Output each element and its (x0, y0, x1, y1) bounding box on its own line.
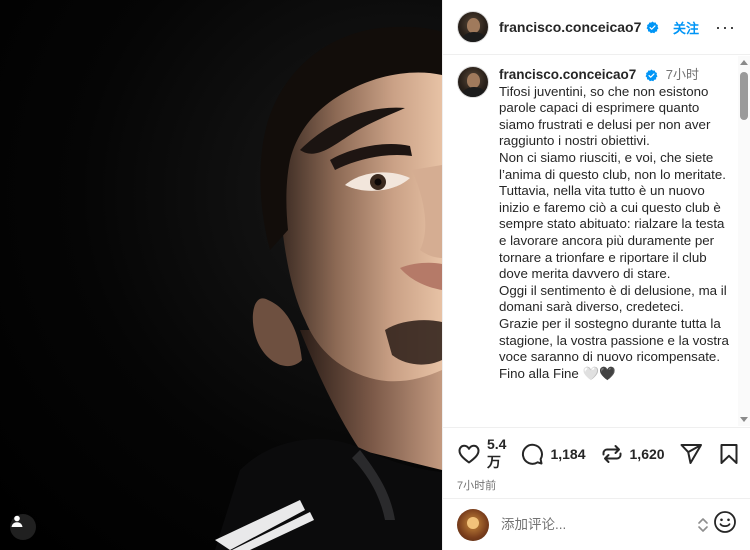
caption-text: francisco.conceicao7 7小时 Tifosi juventin… (499, 66, 731, 382)
save-button[interactable] (717, 442, 741, 466)
caption-paragraph: Fino alla Fine 🤍🖤 (499, 365, 616, 381)
emoji-icon[interactable] (713, 510, 737, 539)
caption-author-username[interactable]: francisco.conceicao7 (499, 67, 636, 82)
like-button[interactable]: 5.4 万 (457, 436, 506, 472)
caption-paragraph: Tifosi juventini, so che non esistono pa… (499, 83, 711, 149)
input-resize-icon[interactable] (697, 517, 709, 533)
caption-paragraph: Oggi il sentimento è di delusione, ma il… (499, 282, 727, 315)
repost-icon (600, 442, 624, 466)
repost-count[interactable]: 1,620 (630, 446, 665, 462)
comment-count[interactable]: 1,184 (550, 446, 585, 462)
caption-paragraph: Tuttavia, nella vita tutto è un nuovo in… (499, 183, 725, 282)
follow-button[interactable]: 关注 (673, 18, 699, 37)
current-user-avatar (457, 508, 489, 541)
send-icon (679, 442, 703, 466)
scroll-down-arrow-icon[interactable] (740, 417, 748, 422)
comment-bubble-icon (520, 442, 544, 466)
post-actions: 5.4 万 1,184 1,620 7小时前 (443, 427, 750, 493)
scroll-up-arrow-icon[interactable] (740, 60, 748, 65)
more-options-icon[interactable]: ··· (715, 18, 736, 36)
post-side-panel: francisco.conceicao7 关注 ··· francisco.co… (442, 0, 750, 550)
verified-badge-icon (646, 21, 659, 34)
like-count[interactable]: 5.4 万 (487, 436, 506, 472)
caption-timestamp[interactable]: 7小时 (666, 67, 699, 82)
caption-paragraph: Grazie per il sostegno durante tutta la … (499, 315, 729, 365)
caption-scroll-area[interactable]: francisco.conceicao7 7小时 Tifosi juventin… (443, 56, 750, 426)
verified-badge-icon (645, 69, 658, 82)
comment-button[interactable]: 1,184 (520, 442, 586, 466)
caption-author-avatar[interactable] (457, 66, 489, 98)
repost-button[interactable]: 1,620 (600, 442, 665, 466)
share-button[interactable] (679, 442, 703, 466)
caption-scrollbar[interactable] (738, 56, 750, 426)
player-portrait (215, 26, 442, 550)
user-tag-icon[interactable] (10, 514, 36, 540)
author-username[interactable]: francisco.conceicao7 (499, 19, 641, 35)
caption-paragraph: Non ci siamo riusciti, e voi, che siete … (499, 149, 726, 182)
caption-comment: francisco.conceicao7 7小时 Tifosi juventin… (443, 56, 750, 382)
heart-icon (457, 442, 481, 466)
post-photo[interactable] (0, 0, 442, 550)
scrollbar-thumb[interactable] (740, 72, 748, 120)
comment-input[interactable] (501, 517, 681, 532)
author-avatar[interactable] (457, 11, 489, 43)
add-comment-bar (443, 498, 750, 550)
bookmark-icon (717, 442, 741, 466)
post-timestamp[interactable]: 7小时前 (457, 477, 737, 493)
post-header: francisco.conceicao7 关注 ··· (443, 0, 750, 55)
